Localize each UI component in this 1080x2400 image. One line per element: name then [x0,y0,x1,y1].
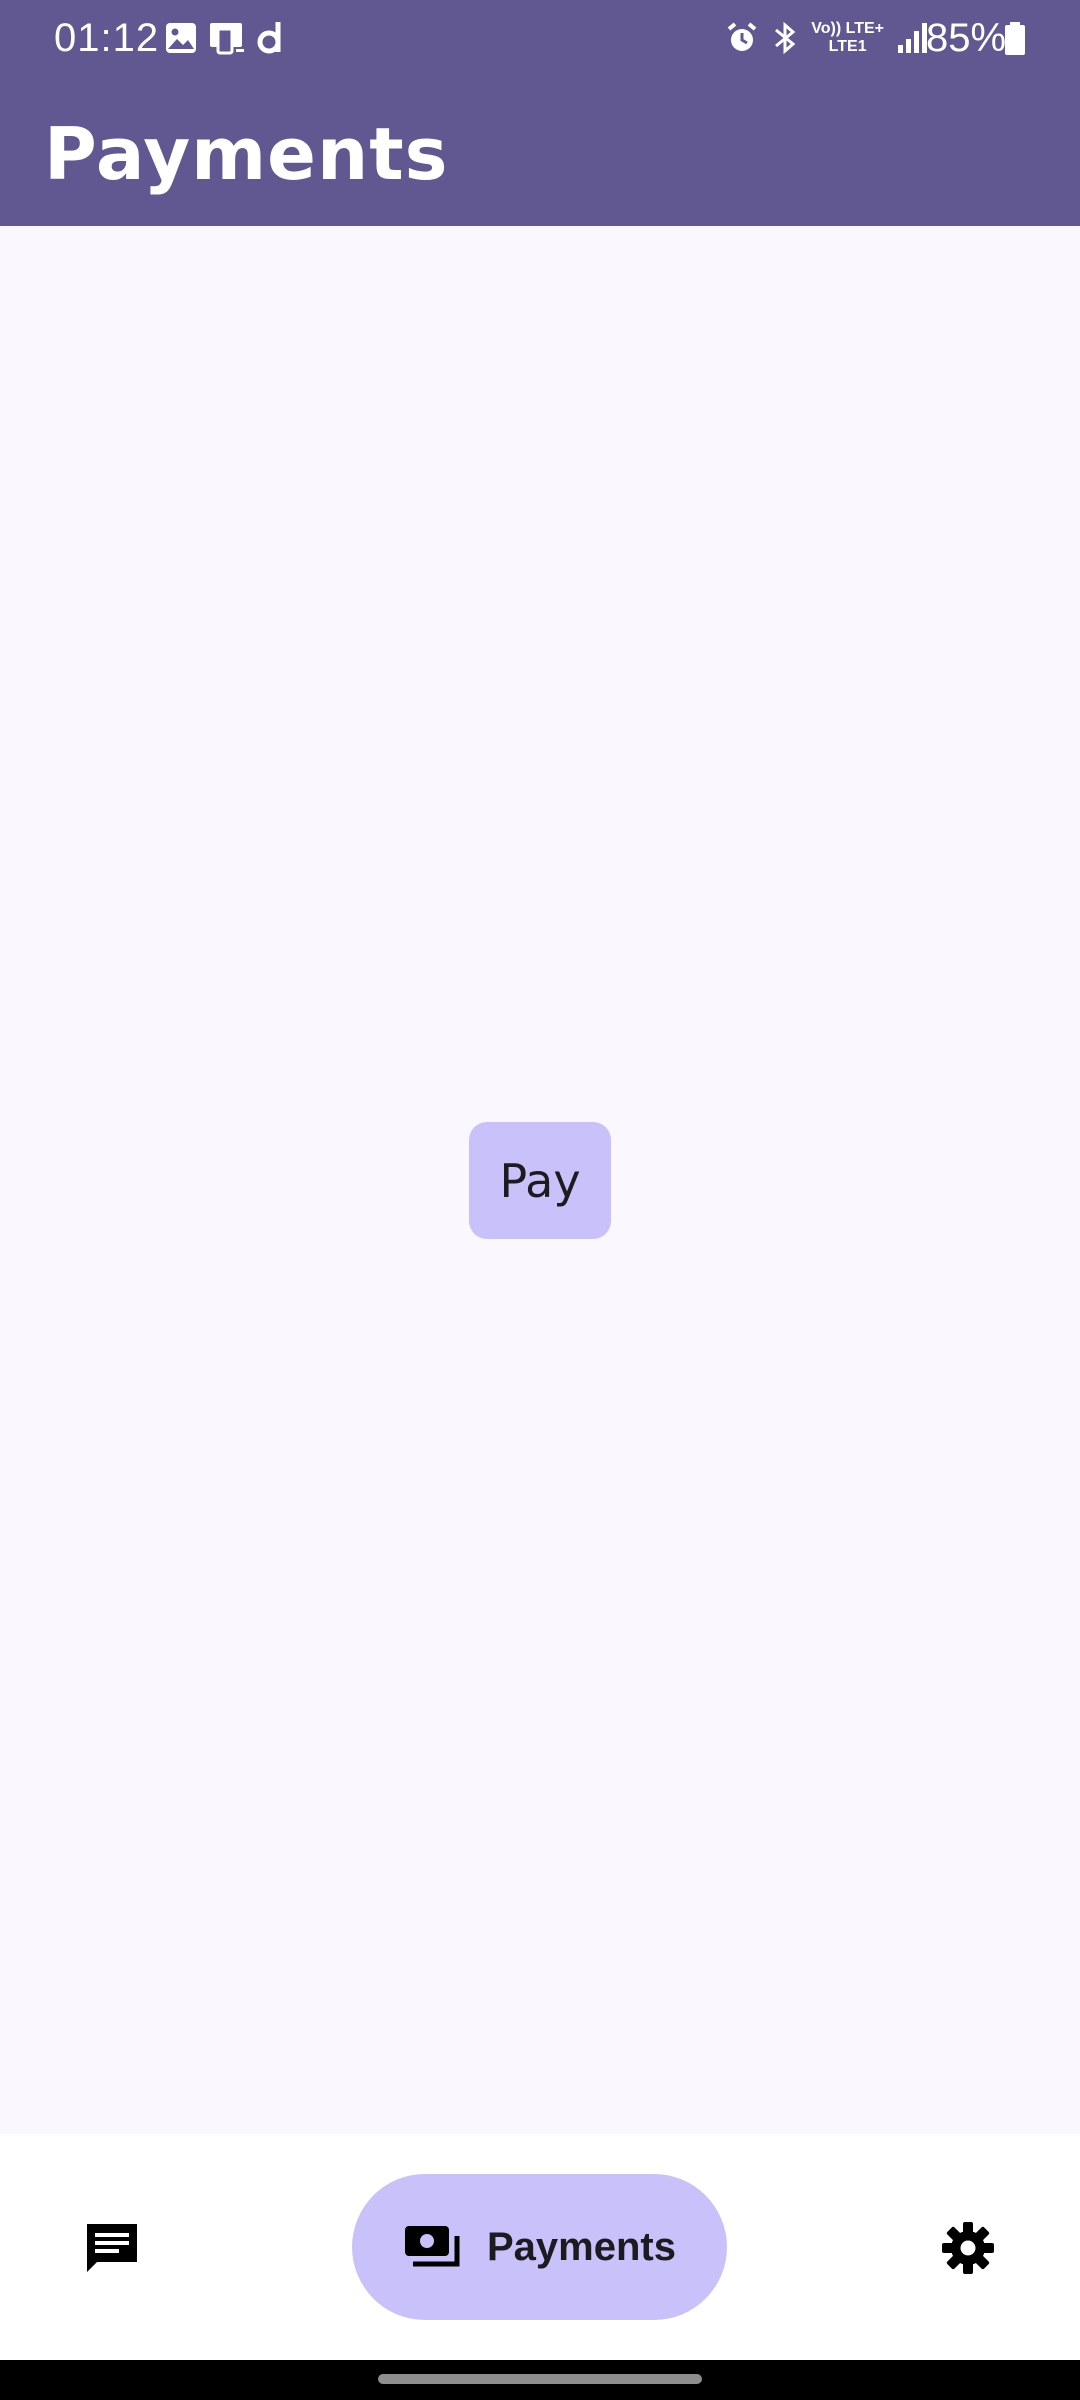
home-gesture-handle[interactable] [378,2374,702,2384]
nav-item-settings[interactable] [920,2200,1016,2296]
battery-icon [1005,22,1025,55]
network-type: Vo)) LTE+ LTE1 [811,21,884,55]
signal-icon [898,23,927,53]
status-left-icons [164,18,286,58]
pay-button[interactable]: Pay [469,1122,611,1239]
nav-payments-label: Payments [487,2224,676,2269]
bluetooth-icon [775,21,796,55]
gallery-icon [166,23,196,53]
network-label-top: Vo)) LTE+ [811,20,884,37]
cast-icon [210,23,244,55]
battery-percent: 85% [926,16,1007,60]
nav-item-messages[interactable] [64,2200,160,2296]
header: 01:12 Vo)) LTE+ LTE1 85% Payments [0,0,1080,226]
page-title: Payments [44,112,449,196]
alarm-icon [727,22,757,51]
nav-item-payments[interactable]: Payments [352,2174,727,2320]
status-bar: 01:12 Vo)) LTE+ LTE1 85% [0,0,1080,78]
status-right-icons: Vo)) LTE+ LTE1 [725,16,930,60]
network-label-bottom: LTE1 [828,38,867,55]
message-icon [87,2224,137,2272]
gear-icon [942,2222,994,2274]
payments-icon [405,2226,460,2267]
status-time: 01:12 [54,16,160,60]
app-d-icon [257,22,281,54]
